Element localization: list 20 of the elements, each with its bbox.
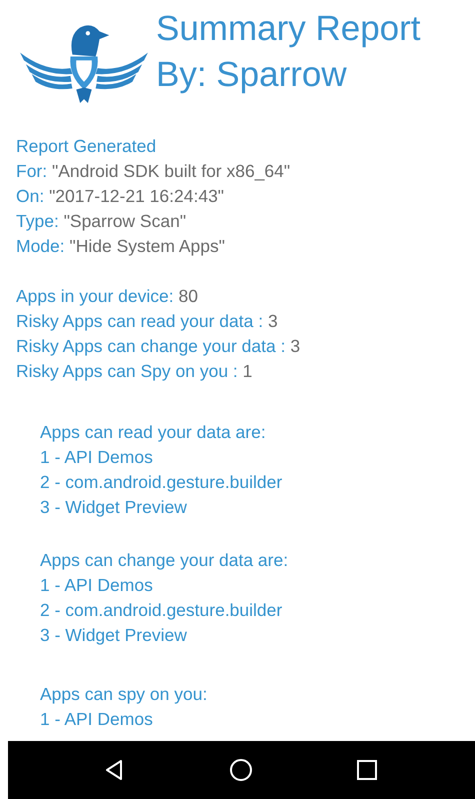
report-line: Report Generated <box>16 135 158 158</box>
list-heading: Apps can change your data are: <box>40 549 290 572</box>
report-line: Apps in your device: 80 <box>16 285 199 308</box>
app-item: 2 - com.android.gesture.builder <box>40 599 284 622</box>
report-line: Mode: "Hide System Apps" <box>16 235 226 258</box>
report-line: Risky Apps can change your data : 3 <box>16 335 302 358</box>
app-item: 3 - Widget Preview <box>40 496 188 519</box>
report-line: Type: "Sparrow Scan" <box>16 210 188 233</box>
app-item: 1 - API Demos <box>40 446 154 469</box>
report-line: Risky Apps can Spy on you : 1 <box>16 360 254 383</box>
app-item: 1 - API Demos <box>40 574 154 597</box>
report-line: For: "Android SDK built for x86_64" <box>16 160 292 183</box>
list-heading: Apps can read your data are: <box>40 421 267 444</box>
report-title: Summary Report By: Sparrow <box>156 8 421 96</box>
report-line: On: "2017-12-21 16:24:43" <box>16 185 226 208</box>
app-item: 3 - Widget Preview <box>40 624 188 647</box>
report-line: Risky Apps can read your data : 3 <box>16 310 279 333</box>
app-item: 1 - API Demos <box>40 708 154 731</box>
app-item: 2 - com.android.gesture.builder <box>40 471 284 494</box>
list-heading: Apps can spy on you: <box>40 683 208 706</box>
